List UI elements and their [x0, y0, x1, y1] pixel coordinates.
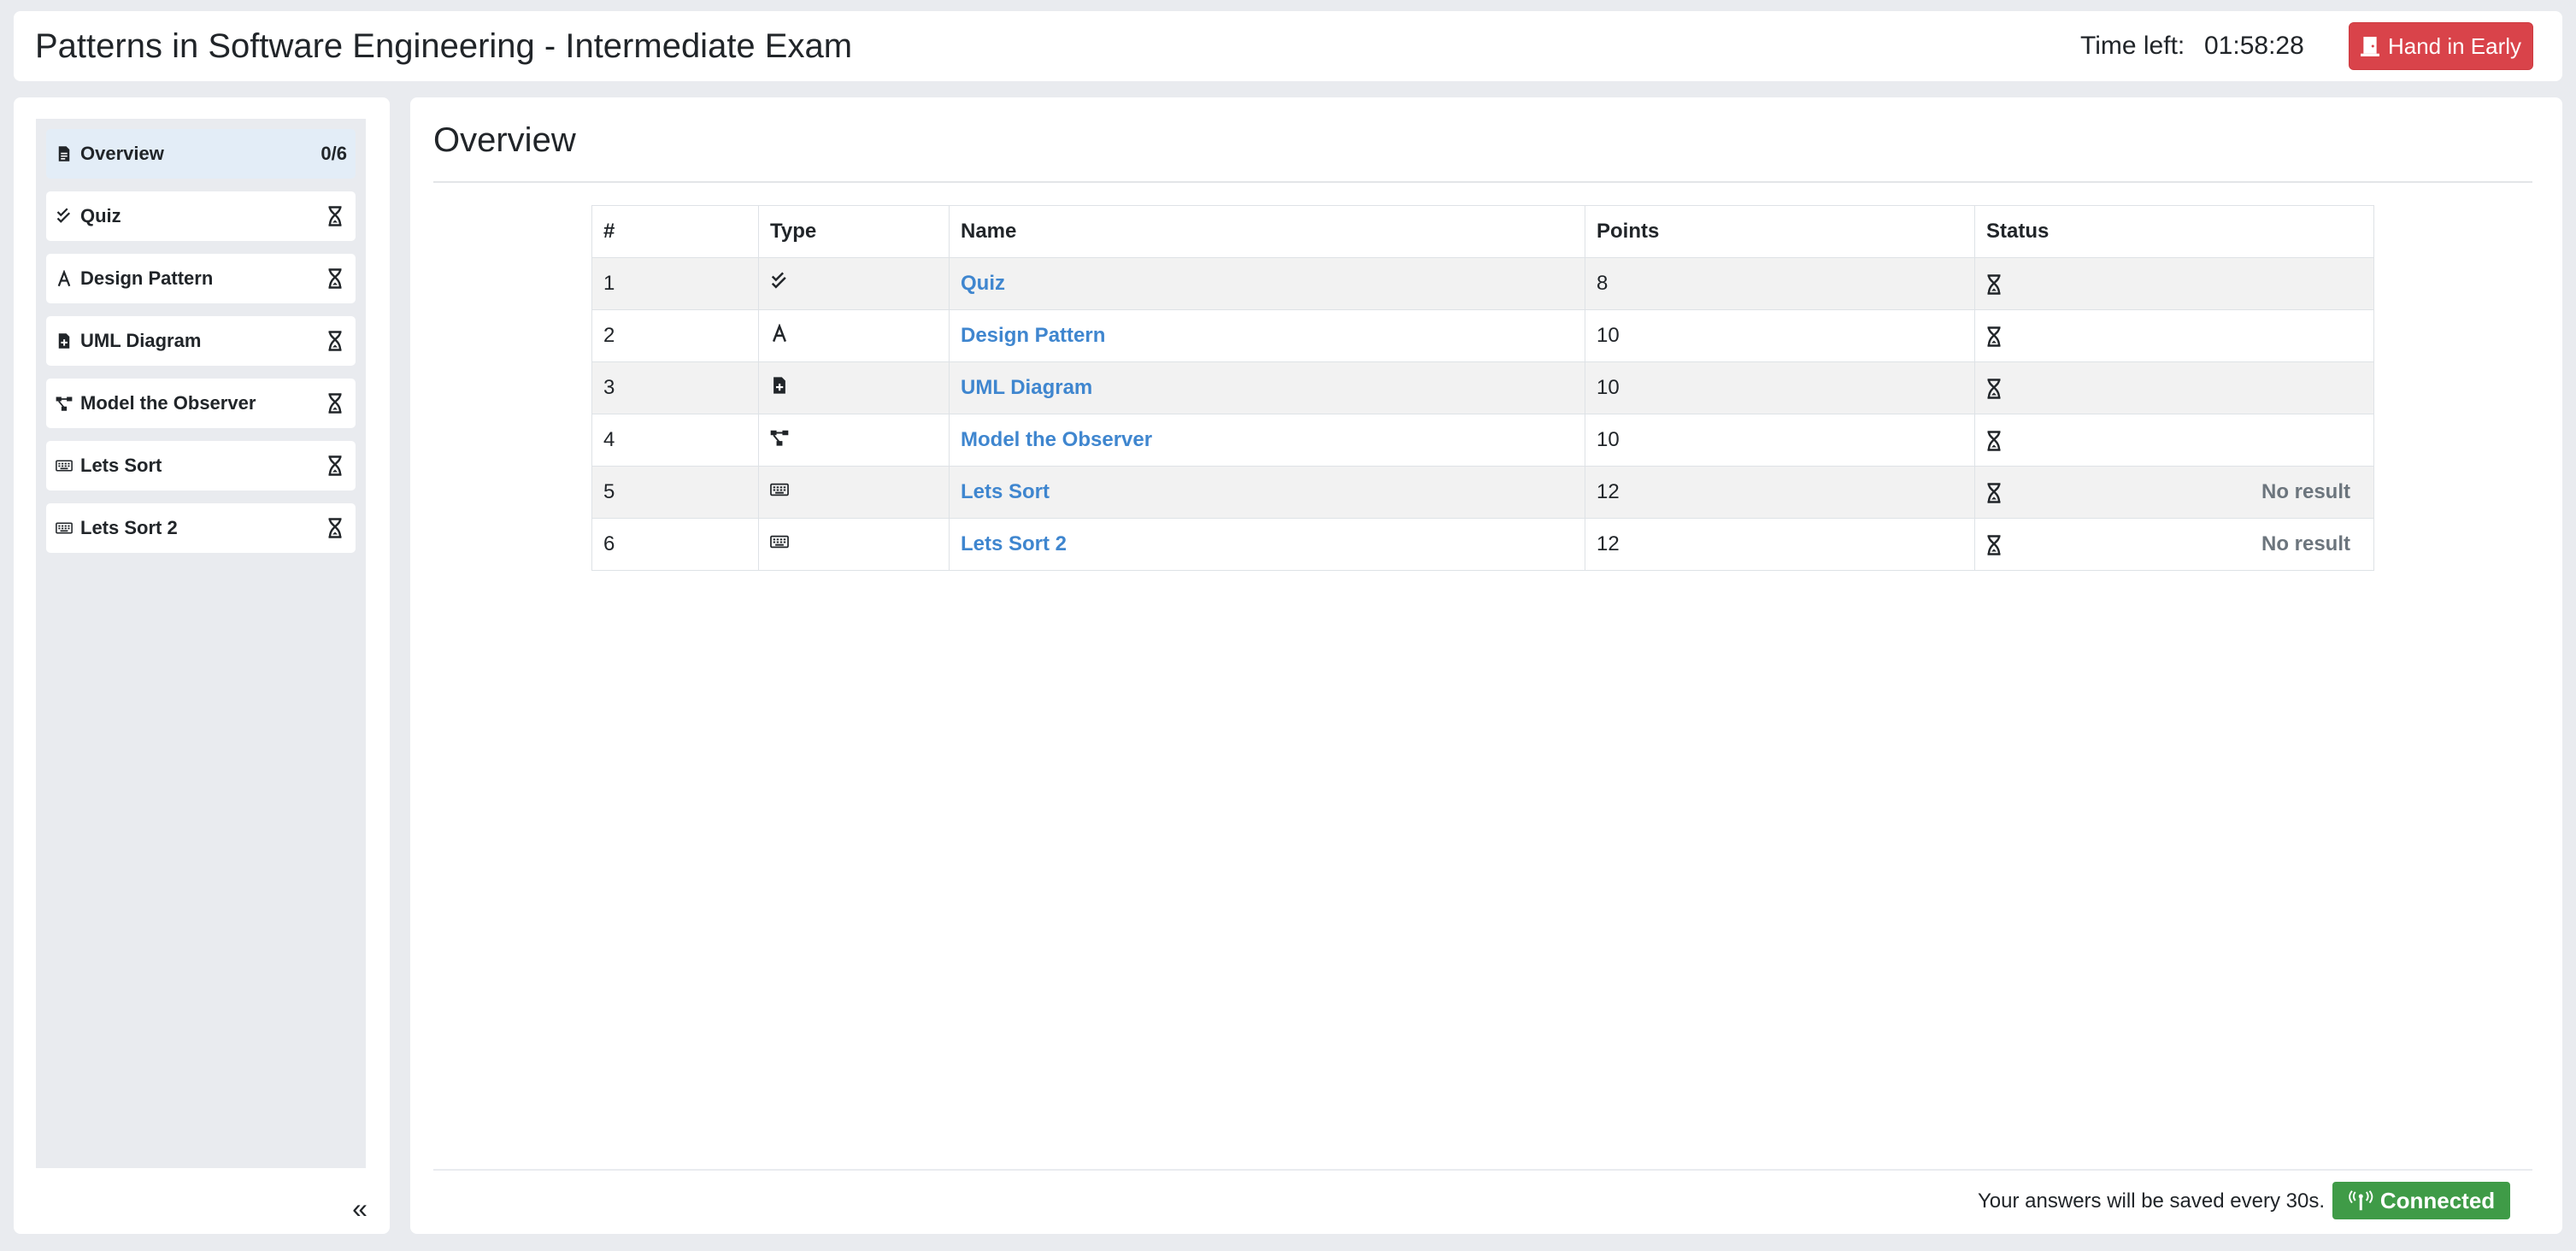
diagram-nodes-icon	[55, 394, 74, 413]
column-header-name: Name	[949, 205, 1585, 258]
hourglass-icon	[1986, 273, 2002, 295]
hourglass-icon	[323, 391, 347, 415]
hourglass-icon	[1986, 534, 2002, 555]
exercise-link-uml-diagram[interactable]: UML Diagram	[961, 376, 1092, 399]
hourglass-icon	[323, 329, 347, 353]
exercise-overview-table: # Type Name Points Status 1 Quiz 8 2 Des…	[591, 205, 2374, 571]
row-number: 6	[591, 518, 759, 571]
page-title: Overview	[433, 121, 576, 159]
table-row: 5 Lets Sort 12 No result	[591, 466, 2374, 519]
divider	[433, 1169, 2532, 1171]
row-number: 5	[591, 466, 759, 519]
double-check-icon	[55, 207, 74, 226]
row-points: 8	[1585, 257, 1975, 310]
sidebar-item-label: Model the Observer	[80, 392, 256, 414]
row-points: 10	[1585, 309, 1975, 362]
exercise-link-lets-sort-2[interactable]: Lets Sort 2	[961, 532, 1067, 555]
sidebar-item-label: Quiz	[80, 205, 121, 226]
time-left-value: 01:58:28	[2204, 32, 2304, 60]
exercise-link-model-the-observer[interactable]: Model the Observer	[961, 428, 1152, 451]
sidebar-item-uml-diagram[interactable]: UML Diagram	[46, 316, 356, 366]
table-row: 3 UML Diagram 10	[591, 361, 2374, 414]
door-exit-icon	[2361, 36, 2379, 56]
column-header-number: #	[591, 205, 759, 258]
hand-in-early-button[interactable]: Hand in Early	[2349, 22, 2533, 70]
table-row: 1 Quiz 8	[591, 257, 2374, 310]
overview-progress-count: 0/6	[321, 143, 347, 164]
row-number: 3	[591, 361, 759, 414]
main-content: Overview # Type Name Points Status 1 Qui…	[410, 97, 2562, 1234]
row-points: 10	[1585, 414, 1975, 467]
hourglass-icon	[1986, 430, 2002, 451]
keyboard-icon	[55, 456, 74, 475]
exam-title: Patterns in Software Engineering - Inter…	[35, 27, 853, 65]
keyboard-icon	[770, 532, 791, 552]
sidebar-item-design-pattern[interactable]: Design Pattern	[46, 254, 356, 303]
connection-status-label: Connected	[2379, 1187, 2496, 1213]
result-text: No result	[2261, 480, 2350, 503]
font-a-icon	[55, 269, 74, 288]
sidebar-item-lets-sort-2[interactable]: Lets Sort 2	[46, 503, 356, 553]
column-header-type: Type	[758, 205, 950, 258]
row-points: 12	[1585, 518, 1975, 571]
hand-in-early-label: Hand in Early	[2387, 32, 2522, 59]
sidebar: Overview 0/6 Quiz Design Pattern UML Dia…	[14, 97, 390, 1234]
diagram-nodes-icon	[770, 427, 791, 448]
hourglass-icon	[1986, 482, 2002, 503]
autosave-note: Your answers will be saved every 30s.	[1978, 1189, 2325, 1213]
double-check-icon	[770, 271, 791, 291]
column-header-points: Points	[1585, 205, 1975, 258]
sidebar-item-quiz[interactable]: Quiz	[46, 191, 356, 241]
column-header-status: Status	[1974, 205, 2374, 258]
font-a-icon	[770, 323, 791, 344]
exercise-link-quiz[interactable]: Quiz	[961, 272, 1005, 295]
row-number: 1	[591, 257, 759, 310]
row-points: 12	[1585, 466, 1975, 519]
sidebar-item-label: Overview	[80, 143, 164, 164]
result-text: No result	[2261, 532, 2350, 555]
exam-header: Patterns in Software Engineering - Inter…	[14, 11, 2562, 81]
file-plus-icon	[55, 332, 74, 350]
keyboard-icon	[55, 519, 74, 537]
sidebar-nav: Overview 0/6 Quiz Design Pattern UML Dia…	[36, 119, 366, 1168]
sidebar-item-overview[interactable]: Overview 0/6	[46, 129, 356, 179]
exercise-link-design-pattern[interactable]: Design Pattern	[961, 324, 1105, 347]
collapse-sidebar-button[interactable]: «	[343, 1191, 377, 1225]
hourglass-icon	[1986, 326, 2002, 347]
hourglass-icon	[323, 267, 347, 291]
file-plus-icon	[770, 375, 791, 396]
table-row: 6 Lets Sort 2 12 No result	[591, 518, 2374, 571]
row-points: 10	[1585, 361, 1975, 414]
sidebar-item-label: Lets Sort	[80, 455, 162, 476]
sidebar-item-label: Lets Sort 2	[80, 517, 178, 538]
sidebar-item-lets-sort[interactable]: Lets Sort	[46, 441, 356, 490]
sidebar-item-label: Design Pattern	[80, 267, 214, 289]
row-number: 4	[591, 414, 759, 467]
file-icon	[55, 144, 74, 163]
sidebar-item-model-the-observer[interactable]: Model the Observer	[46, 379, 356, 428]
connection-status-badge: Connected	[2332, 1182, 2510, 1219]
hourglass-icon	[323, 204, 347, 228]
time-left-label: Time left:	[2080, 32, 2185, 60]
table-row: 4 Model the Observer 10	[591, 414, 2374, 467]
broadcast-tower-icon	[2348, 1190, 2373, 1211]
keyboard-icon	[770, 479, 791, 500]
exercise-link-lets-sort[interactable]: Lets Sort	[961, 480, 1050, 503]
hourglass-icon	[1986, 378, 2002, 399]
table-row: 2 Design Pattern 10	[591, 309, 2374, 362]
sidebar-item-label: UML Diagram	[80, 330, 202, 351]
table-header-row: # Type Name Points Status	[591, 205, 2374, 258]
row-number: 2	[591, 309, 759, 362]
hourglass-icon	[323, 516, 347, 540]
divider	[433, 181, 2532, 183]
hourglass-icon	[323, 454, 347, 478]
